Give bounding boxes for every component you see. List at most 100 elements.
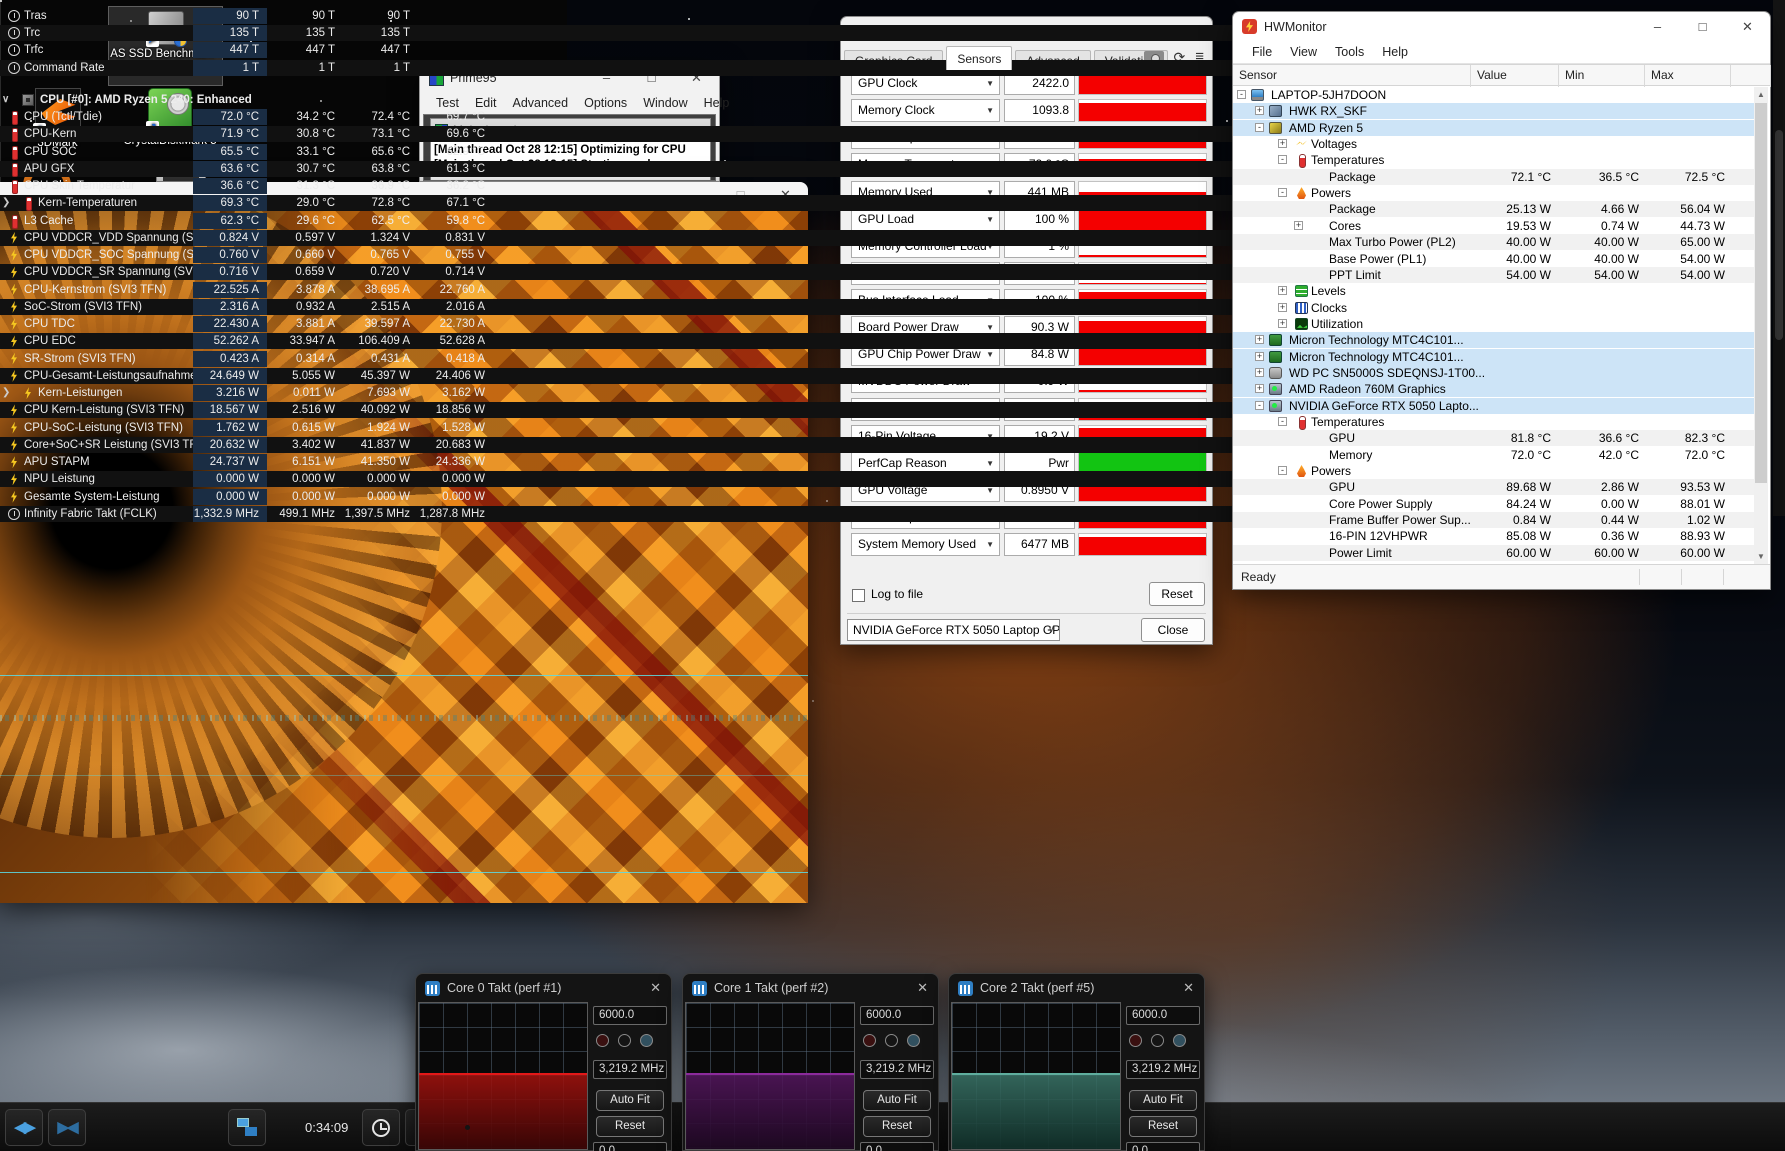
history-back-button[interactable]: ◀▶ [5,1109,43,1146]
tree-row[interactable]: Package72.1 °C36.5 °C72.5 °C [1233,169,1754,185]
tree-expand-expand[interactable]: + [1255,384,1264,393]
reset-button[interactable]: Reset [596,1116,664,1137]
tree-expand-expand[interactable]: + [1255,352,1264,361]
auto-fit-button[interactable]: Auto Fit [596,1090,664,1111]
y-min-box[interactable]: 0.0 [593,1142,667,1151]
clock-settings-button[interactable] [362,1109,400,1146]
column-header-min[interactable]: Min [1559,65,1645,87]
column-header-sensor[interactable]: Sensor [1233,65,1471,87]
menu-item-tools[interactable]: Tools [1326,45,1373,59]
radio-0[interactable] [1129,1034,1142,1047]
close-button[interactable]: ✕ [1725,14,1770,40]
tree-expand-collapse[interactable]: - [1237,90,1246,99]
hwmonitor-titlebar[interactable]: HWMonitor – □ ✕ [1233,12,1770,41]
close-icon[interactable]: ✕ [917,980,928,996]
radio-2[interactable] [907,1034,920,1047]
tree-row[interactable]: Max Turbo Power (PL2)40.00 W40.00 W65.00… [1233,234,1754,250]
close-icon[interactable]: ✕ [1183,980,1194,996]
hwmonitor-scrollbar[interactable]: ▲ ▼ [1754,87,1768,564]
radio-0[interactable] [596,1034,609,1047]
tree-row[interactable]: Frame Buffer Power Sup...0.84 W0.44 W1.0… [1233,512,1754,528]
tree-row[interactable]: -LAPTOP-5JH7DOON [1233,87,1754,103]
column-header-value[interactable]: Value [1471,65,1559,87]
close-icon[interactable]: ✕ [650,980,661,996]
menu-item-file[interactable]: File [1243,45,1281,59]
radio-1[interactable] [885,1034,898,1047]
auto-fit-button[interactable]: Auto Fit [863,1090,931,1111]
tree-row[interactable]: Package25.13 W4.66 W56.04 W [1233,201,1754,217]
tree-expand-expand[interactable]: + [1294,221,1303,230]
hwinfo-scrollbar[interactable] [1773,0,1785,516]
tree-row[interactable]: Memory72.0 °C42.0 °C72.0 °C [1233,447,1754,463]
tree-expand-expand[interactable]: + [1255,368,1264,377]
reset-button[interactable]: Reset [1149,582,1205,606]
tree-expand-expand[interactable]: + [1278,303,1287,312]
tree-row[interactable]: +Cores19.53 W0.74 W44.73 W [1233,218,1754,234]
tree-row[interactable]: PPT Limit54.00 W54.00 W54.00 W [1233,267,1754,283]
tree-expand-collapse[interactable]: - [1255,401,1264,410]
auto-fit-button[interactable]: Auto Fit [1129,1090,1197,1111]
gpu-selector-dropdown[interactable]: NVIDIA GeForce RTX 5050 Laptop GPL∨ [847,619,1060,641]
tree-row[interactable]: -Powers [1233,185,1754,201]
radio-2[interactable] [640,1034,653,1047]
graph-mode-radios[interactable] [863,1034,920,1047]
tree-row[interactable]: +Voltages [1233,136,1754,152]
tree-expand-expand[interactable]: + [1278,139,1287,148]
remote-monitoring-button[interactable] [228,1109,266,1146]
core-window-titlebar[interactable]: Core 1 Takt (perf #2)✕ [683,974,938,1002]
radio-1[interactable] [1151,1034,1164,1047]
radio-2[interactable] [1173,1034,1186,1047]
radio-1[interactable] [618,1034,631,1047]
y-max-box[interactable]: 6000.0 [593,1006,667,1025]
tree-expand-expand[interactable]: + [1278,286,1287,295]
scrollbar-thumb[interactable] [1775,130,1783,340]
tree-expand-collapse[interactable]: - [1278,188,1287,197]
tree-row[interactable]: -AMD Ryzen 5 [1233,120,1754,136]
tree-row[interactable]: +Utilization [1233,316,1754,332]
chevron-right-icon[interactable]: ❯ [2,385,16,401]
tree-expand-expand[interactable]: + [1255,335,1264,344]
tree-expand-expand[interactable]: + [1255,106,1264,115]
log-to-file-checkbox[interactable] [852,589,865,602]
tree-row[interactable]: -Temperatures [1233,414,1754,430]
tab-sensors[interactable]: Sensors [946,46,1012,70]
tree-row[interactable]: Base Power (PL1)40.00 W40.00 W54.00 W [1233,251,1754,267]
chevron-down-icon[interactable]: ∨ [2,92,16,108]
tree-row[interactable]: +HWK RX_SKF [1233,103,1754,119]
tree-expand-collapse[interactable]: - [1278,155,1287,164]
tree-row[interactable]: +Micron Technology MTC4C101... [1233,349,1754,365]
core-window-titlebar[interactable]: Core 0 Takt (perf #1)✕ [416,974,671,1002]
tree-row[interactable]: GPU89.68 W2.86 W93.53 W [1233,479,1754,495]
y-max-box[interactable]: 6000.0 [860,1006,934,1025]
radio-0[interactable] [863,1034,876,1047]
collapse-columns-button[interactable]: ▶◀ [48,1109,86,1146]
tree-row[interactable]: Core Power Supply84.24 W0.00 W88.01 W [1233,496,1754,512]
core-window-titlebar[interactable]: Core 2 Takt (perf #5)✕ [949,974,1204,1002]
tree-row[interactable]: Power Limit60.00 W60.00 W60.00 W [1233,545,1754,561]
scroll-up-arrow[interactable]: ▲ [1754,87,1768,102]
column-header-max[interactable]: Max [1645,65,1731,87]
tree-row[interactable]: +WD PC SN5000S SDEQNSJ-1T00... [1233,365,1754,381]
graph-mode-radios[interactable] [596,1034,653,1047]
tree-expand-expand[interactable]: + [1278,319,1287,328]
tree-row[interactable]: -NVIDIA GeForce RTX 5050 Lapto... [1233,398,1754,414]
chevron-right-icon[interactable]: ❯ [2,195,16,211]
tree-row[interactable]: +Levels [1233,283,1754,299]
tree-expand-collapse[interactable]: - [1255,123,1264,132]
y-min-box[interactable]: 0.0 [860,1142,934,1151]
y-min-box[interactable]: 0.0 [1126,1142,1200,1151]
tree-row[interactable]: GPU81.8 °C36.6 °C82.3 °C [1233,430,1754,446]
reset-button[interactable]: Reset [863,1116,931,1137]
tree-row[interactable]: +Micron Technology MTC4C101... [1233,332,1754,348]
y-max-box[interactable]: 6000.0 [1126,1006,1200,1025]
tree-row[interactable]: 16-PIN 12VHPWR85.08 W0.36 W88.93 W [1233,528,1754,544]
graph-mode-radios[interactable] [1129,1034,1186,1047]
tree-row[interactable]: -Powers [1233,463,1754,479]
menu-item-help[interactable]: Help [1373,45,1417,59]
current-clock-box[interactable]: 3,219.2 MHz [593,1060,667,1079]
tree-row[interactable]: +Clocks [1233,300,1754,316]
scrollbar-thumb[interactable] [1755,103,1767,483]
current-clock-box[interactable]: 3,219.2 MHz [1126,1060,1200,1079]
tree-row[interactable]: +AMD Radeon 760M Graphics [1233,381,1754,397]
maximize-button[interactable]: □ [1680,14,1725,40]
